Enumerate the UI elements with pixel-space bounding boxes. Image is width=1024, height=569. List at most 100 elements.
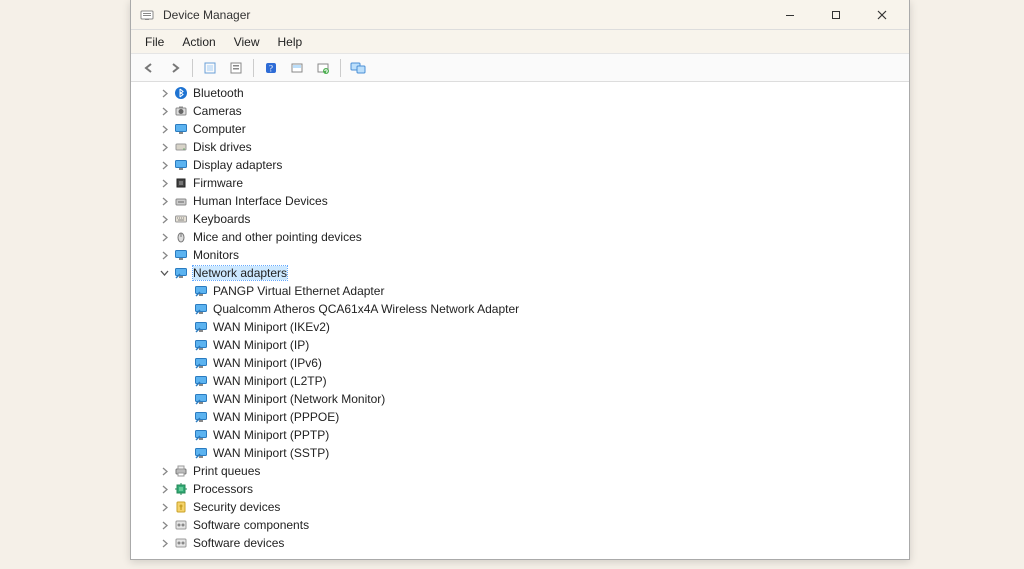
tree-item-label: Computer	[193, 122, 246, 136]
tree-device[interactable]: Qualcomm Atheros QCA61x4A Wireless Netwo…	[139, 300, 909, 318]
disk-icon	[173, 139, 189, 155]
network-icon	[193, 427, 209, 443]
tree-item-label: Software components	[193, 518, 309, 532]
bluetooth-icon	[173, 85, 189, 101]
tree-category[interactable]: Security devices	[139, 498, 909, 516]
network-icon	[193, 355, 209, 371]
printer-icon	[173, 463, 189, 479]
window-title: Device Manager	[163, 8, 767, 22]
tree-item-label: WAN Miniport (IKEv2)	[213, 320, 330, 334]
chevron-right-icon[interactable]	[157, 212, 171, 226]
security-icon	[173, 499, 189, 515]
chevron-right-icon[interactable]	[157, 104, 171, 118]
tree-item-label: WAN Miniport (Network Monitor)	[213, 392, 385, 406]
show-hidden-button[interactable]	[198, 57, 222, 79]
tree-item-label: Security devices	[193, 500, 280, 514]
tree-item-label: Print queues	[193, 464, 260, 478]
software-icon	[173, 517, 189, 533]
tree-category[interactable]: Software components	[139, 516, 909, 534]
toolbar-separator	[253, 59, 254, 77]
tree-category[interactable]: Bluetooth	[139, 84, 909, 102]
tree-device[interactable]: WAN Miniport (PPPOE)	[139, 408, 909, 426]
monitor-icon	[173, 157, 189, 173]
software-icon	[173, 535, 189, 551]
chevron-right-icon[interactable]	[157, 176, 171, 190]
tree-device[interactable]: WAN Miniport (L2TP)	[139, 372, 909, 390]
tree-device[interactable]: PANGP Virtual Ethernet Adapter	[139, 282, 909, 300]
tree-device[interactable]: WAN Miniport (SSTP)	[139, 444, 909, 462]
menu-view[interactable]: View	[226, 32, 268, 52]
device-tree[interactable]: BluetoothCameras Computer Disk drives Displ…	[131, 82, 909, 559]
toolbar-separator	[340, 59, 341, 77]
tree-device[interactable]: WAN Miniport (PPTP)	[139, 426, 909, 444]
tree-item-label: WAN Miniport (L2TP)	[213, 374, 327, 388]
refresh-button[interactable]	[311, 57, 335, 79]
network-icon	[173, 265, 189, 281]
camera-icon	[173, 103, 189, 119]
tree-device[interactable]: WAN Miniport (IP)	[139, 336, 909, 354]
back-button[interactable]	[137, 57, 161, 79]
help-button[interactable]: ?	[259, 57, 283, 79]
forward-button[interactable]	[163, 57, 187, 79]
tree-category[interactable]: Software devices	[139, 534, 909, 552]
chevron-right-icon[interactable]	[157, 194, 171, 208]
tree-category[interactable]: Disk drives	[139, 138, 909, 156]
close-button[interactable]	[859, 0, 905, 30]
svg-text:?: ?	[269, 63, 273, 73]
toolbar: ?	[131, 54, 909, 82]
chevron-right-icon[interactable]	[157, 518, 171, 532]
chevron-right-icon[interactable]	[157, 482, 171, 496]
tree-device[interactable]: WAN Miniport (IKEv2)	[139, 318, 909, 336]
tree-category[interactable]: Monitors	[139, 246, 909, 264]
cpu-icon	[173, 481, 189, 497]
scan-button[interactable]	[285, 57, 309, 79]
maximize-button[interactable]	[813, 0, 859, 30]
menu-action[interactable]: Action	[174, 32, 223, 52]
chevron-down-icon[interactable]	[157, 266, 171, 280]
tree-item-label: Mice and other pointing devices	[193, 230, 362, 244]
monitor-icon	[173, 121, 189, 137]
menu-file[interactable]: File	[137, 32, 172, 52]
network-icon	[193, 283, 209, 299]
chevron-right-icon[interactable]	[157, 140, 171, 154]
hid-icon	[173, 193, 189, 209]
menu-help[interactable]: Help	[270, 32, 311, 52]
tree-category[interactable]: Mice and other pointing devices	[139, 228, 909, 246]
devices-button[interactable]	[346, 57, 370, 79]
chevron-right-icon[interactable]	[157, 86, 171, 100]
chevron-right-icon[interactable]	[157, 500, 171, 514]
chevron-right-icon[interactable]	[157, 536, 171, 550]
tree-item-label: Qualcomm Atheros QCA61x4A Wireless Netwo…	[213, 302, 519, 316]
tree-category[interactable]: Keyboards	[139, 210, 909, 228]
tree-category[interactable]: Firmware	[139, 174, 909, 192]
tree-item-label: Human Interface Devices	[193, 194, 328, 208]
network-icon	[193, 409, 209, 425]
chevron-right-icon[interactable]	[157, 122, 171, 136]
chip-icon	[173, 175, 189, 191]
properties-button[interactable]	[224, 57, 248, 79]
tree-item-label: WAN Miniport (PPPOE)	[213, 410, 339, 424]
tree-item-label: Display adapters	[193, 158, 282, 172]
tree-item-label: WAN Miniport (PPTP)	[213, 428, 329, 442]
tree-device[interactable]: WAN Miniport (IPv6)	[139, 354, 909, 372]
chevron-right-icon[interactable]	[157, 248, 171, 262]
tree-category[interactable]: Display adapters	[139, 156, 909, 174]
chevron-right-icon[interactable]	[157, 158, 171, 172]
network-icon	[193, 337, 209, 353]
tree-item-label: Network adapters	[193, 266, 287, 280]
tree-category[interactable]: Cameras	[139, 102, 909, 120]
toolbar-separator	[192, 59, 193, 77]
minimize-button[interactable]	[767, 0, 813, 30]
chevron-right-icon[interactable]	[157, 464, 171, 478]
menubar: File Action View Help	[131, 30, 909, 54]
tree-category[interactable]: Print queues	[139, 462, 909, 480]
tree-category[interactable]: Human Interface Devices	[139, 192, 909, 210]
tree-category[interactable]: Processors	[139, 480, 909, 498]
chevron-right-icon[interactable]	[157, 230, 171, 244]
titlebar: Device Manager	[131, 0, 909, 30]
tree-item-label: Monitors	[193, 248, 239, 262]
tree-category[interactable]: Computer	[139, 120, 909, 138]
tree-device[interactable]: WAN Miniport (Network Monitor)	[139, 390, 909, 408]
tree-category[interactable]: Network adapters	[139, 264, 909, 282]
window-controls	[767, 0, 905, 30]
